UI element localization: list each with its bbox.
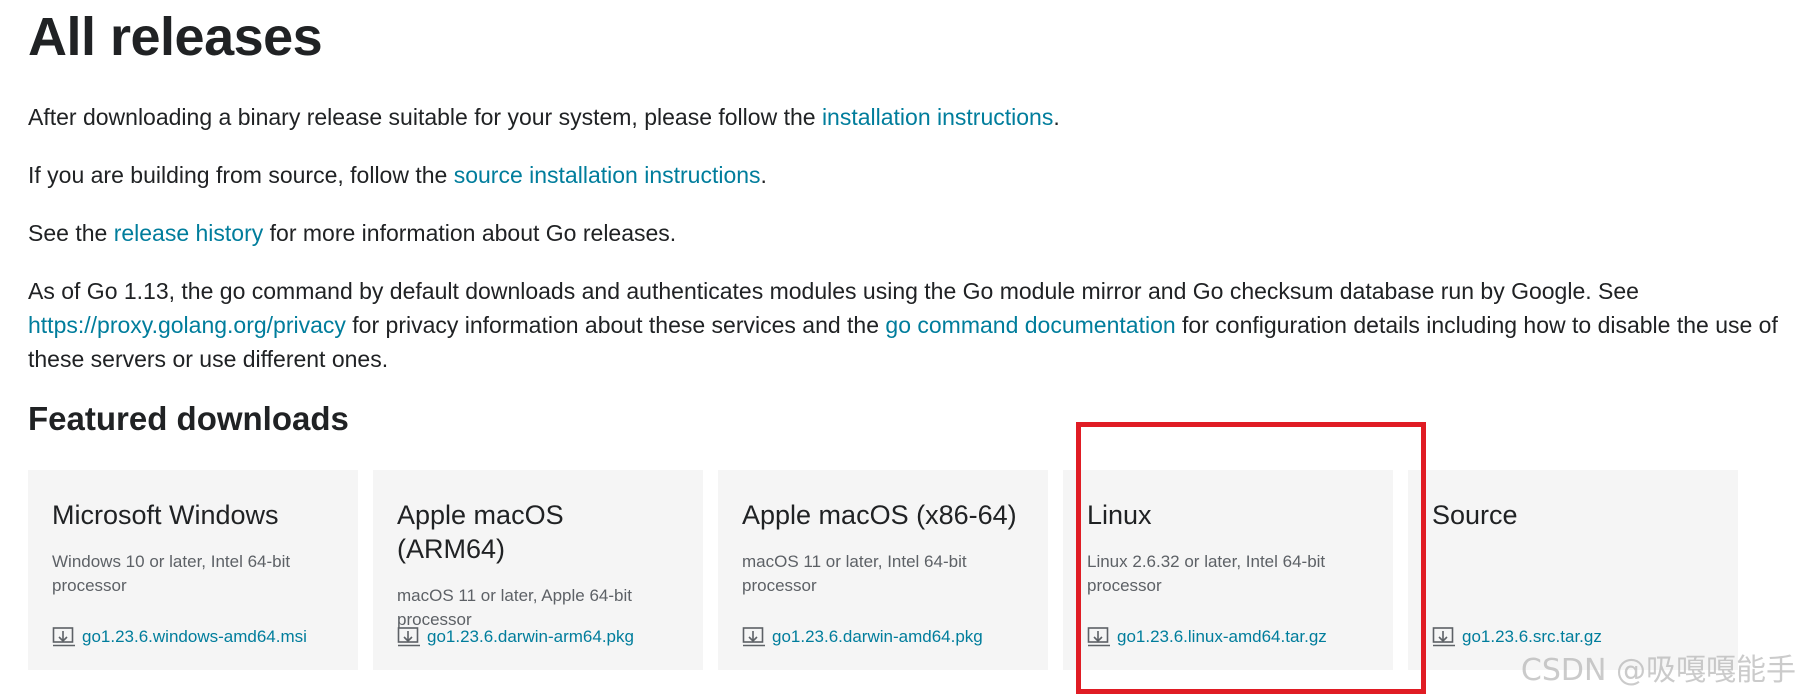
download-card-windows[interactable]: Microsoft Windows Windows 10 or later, I… <box>28 470 358 670</box>
download-filename: go1.23.6.windows-amd64.msi <box>82 627 307 646</box>
download-card-description <box>1432 550 1712 598</box>
page-title: All releases <box>28 7 323 67</box>
source-installation-instructions-link[interactable]: source installation instructions <box>454 162 761 188</box>
download-link-windows[interactable]: go1.23.6.windows-amd64.msi <box>52 626 307 648</box>
download-card-title: Source <box>1432 500 1518 530</box>
go-command-documentation-link[interactable]: go command documentation <box>885 312 1175 338</box>
download-icon <box>1432 626 1456 648</box>
download-icon <box>397 626 421 648</box>
download-card-macos-x86-64[interactable]: Apple macOS (x86-64) macOS 11 or later, … <box>718 470 1048 670</box>
download-card-description: Linux 2.6.32 or later, Intel 64-bit proc… <box>1087 552 1326 595</box>
download-card-source[interactable]: Source go1.23.6.src.tar.gz <box>1408 470 1738 670</box>
download-icon <box>52 626 76 648</box>
download-icon <box>742 626 766 648</box>
installation-instructions-link[interactable]: installation instructions <box>822 104 1053 130</box>
download-filename: go1.23.6.linux-amd64.tar.gz <box>1117 627 1327 646</box>
download-card-linux[interactable]: Linux Linux 2.6.32 or later, Intel 64-bi… <box>1063 470 1393 670</box>
download-card-title: Microsoft Windows <box>52 500 279 530</box>
intro-text: for more information about Go releases. <box>263 220 677 246</box>
download-card-description: macOS 11 or later, Intel 64-bit processo… <box>742 552 967 595</box>
download-icon <box>1087 626 1111 648</box>
download-filename: go1.23.6.darwin-arm64.pkg <box>427 627 634 646</box>
intro-paragraph-history: See the release history for more informa… <box>28 216 1788 250</box>
intro-text: As of Go 1.13, the go command by default… <box>28 278 1639 304</box>
download-filename: go1.23.6.src.tar.gz <box>1462 627 1602 646</box>
download-card-title: Apple macOS (x86-64) <box>742 500 1017 530</box>
release-history-link[interactable]: release history <box>114 220 264 246</box>
intro-text: If you are building from source, follow … <box>28 162 454 188</box>
intro-paragraph-install: After downloading a binary release suita… <box>28 100 1788 134</box>
download-card-description: Windows 10 or later, Intel 64-bit proces… <box>52 552 291 595</box>
download-card-title: Linux <box>1087 500 1152 530</box>
intro-text: After downloading a binary release suita… <box>28 104 822 130</box>
intro-text: . <box>1053 104 1060 130</box>
download-filename: go1.23.6.darwin-amd64.pkg <box>772 627 983 646</box>
intro-text: See the <box>28 220 114 246</box>
download-link-macos-arm64[interactable]: go1.23.6.darwin-arm64.pkg <box>397 626 634 648</box>
featured-downloads-list: Microsoft Windows Windows 10 or later, I… <box>28 470 1788 670</box>
featured-downloads-heading: Featured downloads <box>28 400 349 437</box>
intro-paragraph-modules: As of Go 1.13, the go command by default… <box>28 274 1788 376</box>
intro-text: for privacy information about these serv… <box>345 312 886 338</box>
download-card-macos-arm64[interactable]: Apple macOS (ARM64) macOS 11 or later, A… <box>373 470 703 670</box>
download-card-description: macOS 11 or later, Apple 64-bit processo… <box>397 586 632 629</box>
csdn-watermark: CSDN @吸嘎嘎能手 <box>1520 653 1796 688</box>
download-link-linux[interactable]: go1.23.6.linux-amd64.tar.gz <box>1087 626 1327 648</box>
proxy-privacy-link[interactable]: https://proxy.golang.org/privacy <box>28 312 346 338</box>
download-card-title: Apple macOS (ARM64) <box>397 500 564 564</box>
intro-paragraph-source: If you are building from source, follow … <box>28 158 1788 192</box>
intro-text: . <box>760 162 767 188</box>
download-link-macos-x86-64[interactable]: go1.23.6.darwin-amd64.pkg <box>742 626 983 648</box>
